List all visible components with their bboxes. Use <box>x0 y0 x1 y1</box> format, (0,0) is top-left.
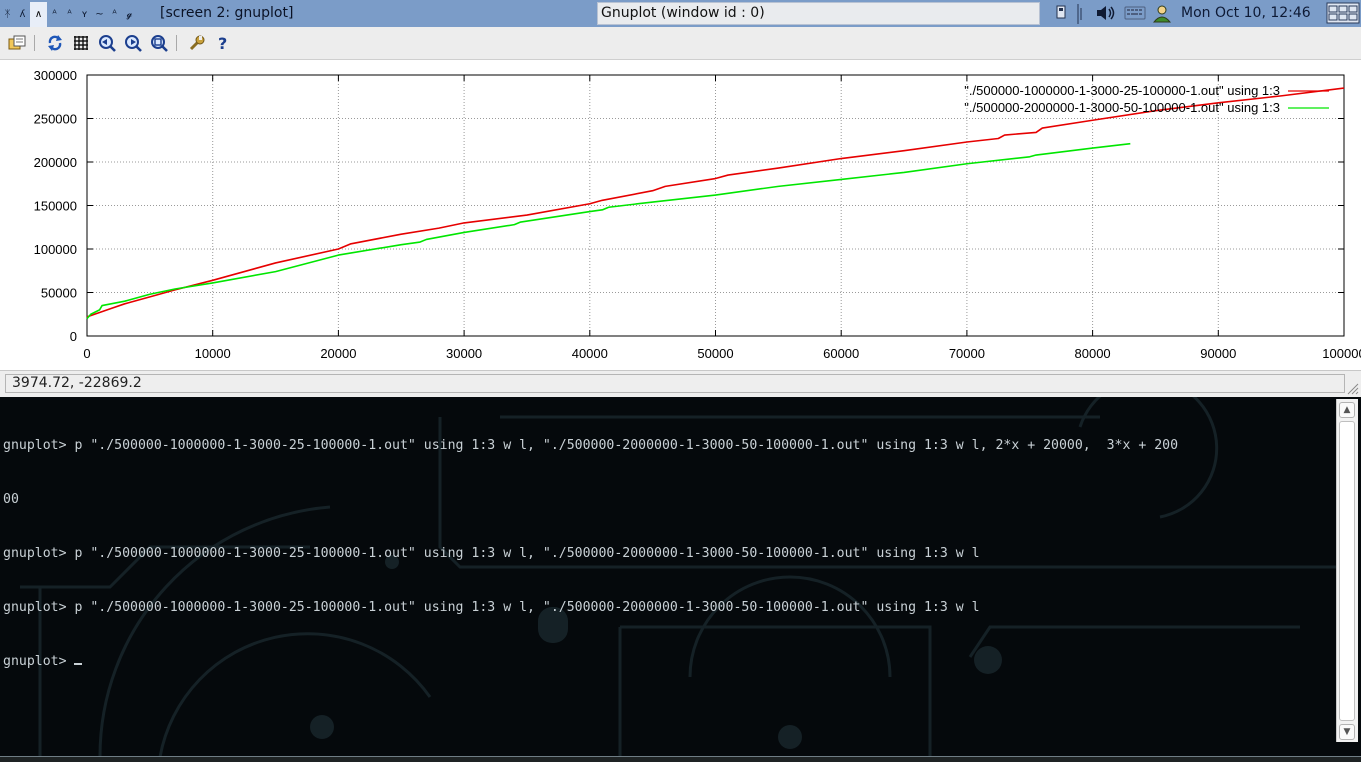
terminal[interactable]: gnuplot> p "./500000-1000000-1-3000-25-1… <box>0 397 1361 762</box>
x-tick-label: 0 <box>83 346 90 361</box>
resize-grip-icon[interactable] <box>1347 383 1359 395</box>
terminal-output[interactable]: gnuplot> p "./500000-1000000-1-3000-25-1… <box>3 401 1178 707</box>
grid-button[interactable] <box>71 34 91 52</box>
scrollbar-thumb[interactable] <box>1339 421 1355 721</box>
x-tick-label: 40000 <box>572 346 608 361</box>
replot-button[interactable] <box>45 34 65 52</box>
wrench-icon <box>189 35 205 51</box>
window-list-icon[interactable] <box>1326 2 1360 24</box>
zoom-next-button[interactable] <box>123 34 143 52</box>
terminal-prompt: gnuplot> <box>3 654 75 669</box>
mouse-coordinates: 3974.72, -22869.2 <box>5 374 1345 393</box>
divider-icon <box>1077 4 1082 24</box>
terminal-prompt-line[interactable]: gnuplot> <box>3 653 1178 671</box>
y-tick-label: 0 <box>70 329 77 344</box>
workspace-switcher[interactable]: ᛡ ʎ ∧ ᴬ ᴬ ʏ ~ ᴬ 𝓰 <box>0 0 137 27</box>
workspace-9[interactable]: 𝓰 <box>122 2 137 27</box>
legend-label-1: "./500000-1000000-1-3000-25-100000-1.out… <box>964 83 1280 98</box>
y-tick-label: 50000 <box>41 286 77 301</box>
x-tick-label: 90000 <box>1200 346 1236 361</box>
user-icon[interactable] <box>1151 4 1173 24</box>
zoom-previous-button[interactable] <box>97 34 117 52</box>
network-icon[interactable] <box>1055 4 1067 22</box>
text-cursor <box>74 663 83 665</box>
x-tick-label: 100000 <box>1322 346 1361 361</box>
y-tick-label: 150000 <box>34 199 77 214</box>
keyboard-icon[interactable] <box>1124 4 1146 22</box>
y-tick-label: 300000 <box>34 68 77 83</box>
scroll-down-button[interactable]: ▼ <box>1339 724 1355 740</box>
workspace-4[interactable]: ᴬ <box>47 2 62 27</box>
workspace-2[interactable]: ʎ <box>15 2 30 27</box>
svg-text:?: ? <box>218 34 227 52</box>
x-tick-label: 50000 <box>697 346 733 361</box>
workspace-1[interactable]: ᛡ <box>0 2 15 27</box>
help-button[interactable]: ? <box>213 34 233 52</box>
zoom-previous-icon <box>99 35 116 52</box>
clock[interactable]: Mon Oct 10, 12:46 <box>1181 0 1311 26</box>
plot-toolbar: ? <box>0 27 1361 60</box>
terminal-line: gnuplot> p "./500000-1000000-1-3000-25-1… <box>3 438 1179 453</box>
grid-icon <box>74 36 88 50</box>
terminal-line: 00 <box>3 492 19 507</box>
autoscale-icon <box>151 35 168 52</box>
workspace-3[interactable]: ∧ <box>30 1 47 27</box>
copy-to-clipboard-icon <box>8 35 26 50</box>
plot-canvas[interactable]: 0 10000 20000 30000 40000 50000 60000 70000 8000… <box>0 60 1361 370</box>
workspace-5[interactable]: ᴬ <box>62 2 77 27</box>
workspace-7[interactable]: ~ <box>92 2 107 27</box>
bottom-panel-strip <box>0 756 1361 762</box>
y-tick-label: 250000 <box>34 112 77 127</box>
terminal-line: gnuplot> p "./500000-1000000-1-3000-25-1… <box>3 600 980 615</box>
terminal-scrollbar[interactable]: ▲ ▼ <box>1336 399 1358 742</box>
help-icon: ? <box>218 34 227 52</box>
terminal-line: gnuplot> p "./500000-1000000-1-3000-25-1… <box>3 546 980 561</box>
x-tick-label: 70000 <box>949 346 985 361</box>
x-tick-label: 20000 <box>320 346 356 361</box>
taskbar: ᛡ ʎ ∧ ᴬ ᴬ ʏ ~ ᴬ 𝓰 [screen 2: gnuplot] Gn… <box>0 0 1361 27</box>
toolbar-separator <box>176 35 177 51</box>
x-tick-label: 60000 <box>823 346 859 361</box>
window-title[interactable]: [screen 2: gnuplot] <box>160 0 293 27</box>
y-tick-label: 200000 <box>34 155 77 170</box>
toolbar-separator <box>34 35 35 51</box>
zoom-next-icon <box>125 35 142 52</box>
workspace-8[interactable]: ᴬ <box>107 2 122 27</box>
workspace-6[interactable]: ʏ <box>77 2 92 27</box>
x-tick-label: 10000 <box>195 346 231 361</box>
system-tray: Mon Oct 10, 12:46 <box>1045 0 1361 27</box>
configure-button[interactable] <box>187 34 207 52</box>
x-tick-label: 80000 <box>1075 346 1111 361</box>
replot-icon <box>48 35 62 51</box>
line-chart: 0 10000 20000 30000 40000 50000 60000 70000 8000… <box>34 68 1361 361</box>
status-bar: 3974.72, -22869.2 <box>0 370 1361 397</box>
focused-window-title[interactable]: Gnuplot (window id : 0) <box>597 2 1040 25</box>
y-tick-label: 100000 <box>34 242 77 257</box>
volume-icon[interactable] <box>1095 4 1117 22</box>
x-tick-label: 30000 <box>446 346 482 361</box>
autoscale-button[interactable] <box>149 34 169 52</box>
copy-to-clipboard-button[interactable] <box>7 34 27 52</box>
scroll-up-button[interactable]: ▲ <box>1339 402 1355 418</box>
legend-label-2: "./500000-2000000-1-3000-50-100000-1.out… <box>964 100 1280 115</box>
